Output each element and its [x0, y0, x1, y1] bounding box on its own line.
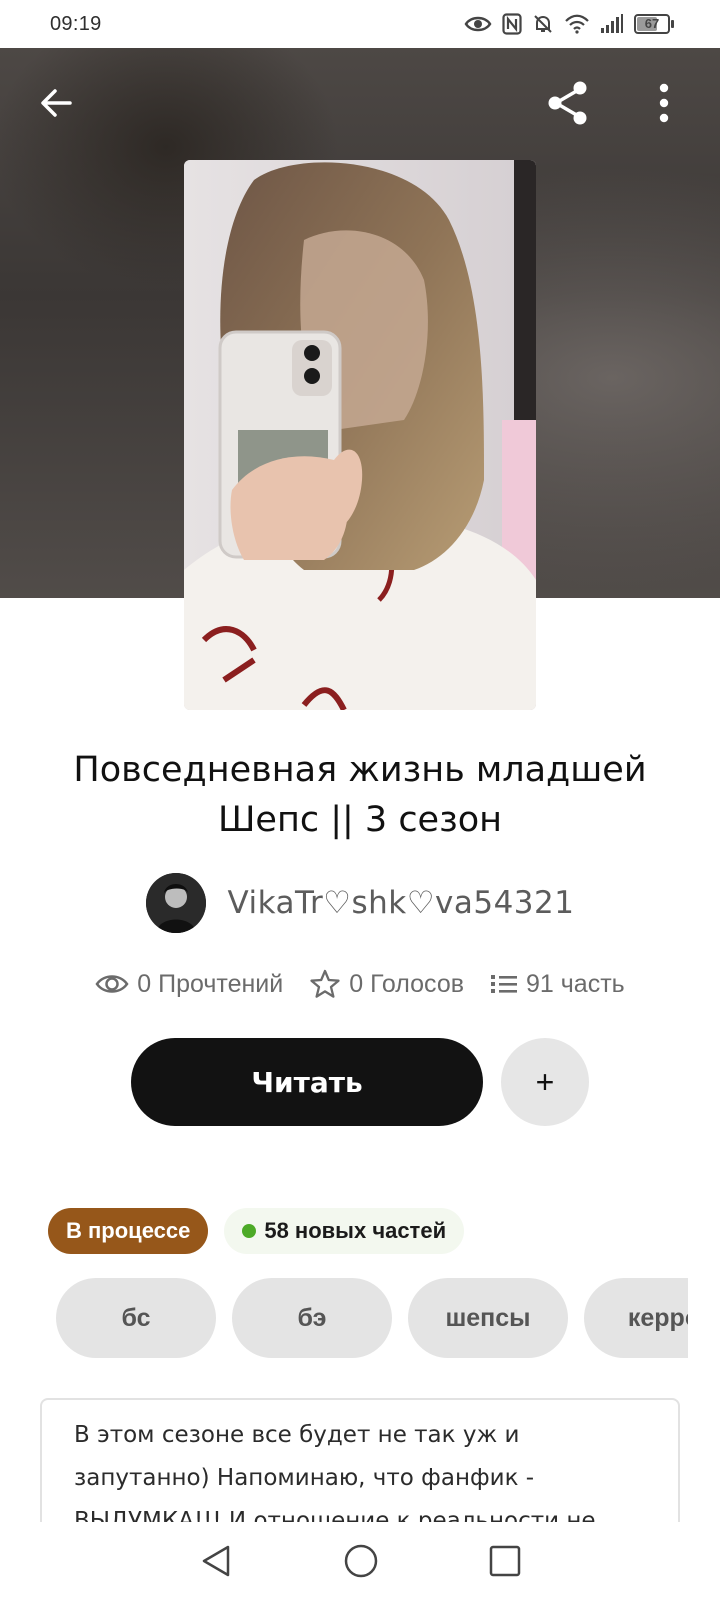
- votes-stat: 0 Голосов: [309, 968, 464, 1000]
- votes-count: 0 Голосов: [349, 969, 465, 998]
- status-icons: 67: [464, 13, 674, 35]
- back-button[interactable]: [28, 75, 84, 131]
- action-row: Читать +: [0, 1038, 720, 1126]
- nfc-icon: [502, 13, 522, 35]
- signal-icon: [601, 14, 623, 33]
- parts-count: 91 часть: [526, 969, 625, 998]
- home-circle-icon[interactable]: [342, 1542, 380, 1580]
- stats-row: 0 Прочтений 0 Голосов 91 часть: [0, 968, 720, 1000]
- parts-stat: 91 часть: [490, 970, 625, 999]
- tags-list: бс бэ шепсы керро: [56, 1278, 688, 1358]
- system-nav-bar: [0, 1522, 720, 1600]
- battery-icon: 67: [634, 14, 674, 34]
- recents-square-icon[interactable]: [488, 1544, 522, 1578]
- status-bar: 09:19 67: [0, 0, 720, 48]
- story-cover-image[interactable]: [184, 160, 536, 710]
- share-icon: [548, 81, 587, 125]
- author-row[interactable]: VikaTr♡shk♡va54321: [0, 873, 720, 933]
- more-options-button[interactable]: [636, 75, 692, 131]
- wifi-icon: [565, 14, 589, 34]
- avatar[interactable]: [145, 873, 206, 933]
- author-name[interactable]: VikaTr♡shk♡va54321: [228, 885, 575, 921]
- tag-chip[interactable]: бэ: [232, 1278, 392, 1358]
- star-icon: [310, 969, 340, 998]
- story-title: Повседневная жизнь младшей Шепс || 3 сез…: [73, 750, 647, 840]
- back-triangle-icon[interactable]: [198, 1543, 234, 1579]
- tag-chip[interactable]: керро: [584, 1278, 688, 1358]
- tag-chip[interactable]: шепсы: [408, 1278, 568, 1358]
- reads-count: 0 Прочтений: [137, 969, 284, 998]
- reads-stat: 0 Прочтений: [95, 970, 283, 999]
- story-description[interactable]: В этом сезоне все будет не так уж и запу…: [40, 1398, 680, 1523]
- new-parts-badge: 58 новых частей: [224, 1208, 465, 1254]
- badges-row: В процессе 58 новых частей: [48, 1208, 465, 1254]
- tags-scroller[interactable]: бс бэ шепсы керро: [56, 1278, 688, 1360]
- eye-icon: [464, 16, 492, 32]
- new-parts-label: 58 новых частей: [264, 1218, 447, 1243]
- green-dot-icon: [242, 1224, 257, 1238]
- tag-chip[interactable]: бс: [56, 1278, 216, 1358]
- back-arrow-icon: [41, 89, 72, 117]
- avatar-image: [145, 873, 206, 933]
- battery-level: 67: [644, 16, 660, 31]
- cover-illustration: [184, 160, 536, 710]
- share-button[interactable]: [540, 75, 596, 131]
- status-time: 09:19: [50, 12, 102, 35]
- add-to-library-button[interactable]: +: [501, 1038, 589, 1126]
- mute-icon: [534, 15, 552, 33]
- more-vertical-icon: [659, 83, 669, 123]
- list-icon: [491, 975, 518, 993]
- read-button[interactable]: Читать: [131, 1038, 483, 1126]
- eye-icon: [95, 975, 129, 993]
- status-badge: В процессе: [48, 1208, 209, 1254]
- top-bar: [0, 48, 720, 158]
